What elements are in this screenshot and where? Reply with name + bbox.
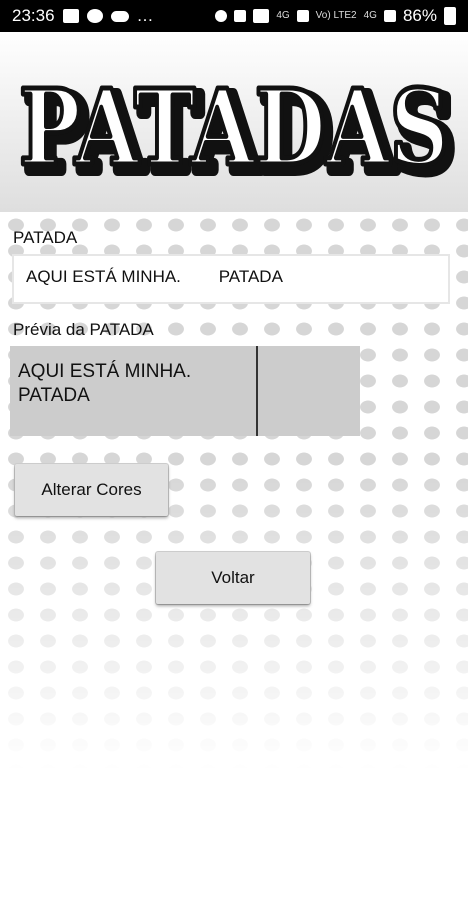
patada-label: PATADA [13,228,78,247]
gallery-icon [62,9,79,23]
preview-line-2: PATADA [18,385,90,406]
signal-icon-2 [383,10,396,22]
battery-percent: 86% [402,6,437,25]
graffiti-logo: PATADAS PATADAS [17,64,462,202]
app-header: PATADAS PATADAS [0,32,468,212]
back-button[interactable]: Voltar [156,552,310,604]
wifi-icon [253,9,270,23]
whatsapp-icon [86,9,103,23]
mute-icon [234,10,247,22]
preview-label: Prévia da PATADA [13,320,154,339]
alarm-icon [215,10,228,22]
cloud-icon [110,10,129,22]
change-colors-button[interactable]: Alterar Cores [15,464,168,516]
network-type-2: 4G [363,10,377,21]
battery-icon [444,7,456,25]
network-type-1: 4G [276,10,290,21]
preview-line-1: AQUI ESTÁ MINHA. [18,361,192,382]
more-notifications-icon: … [136,6,154,25]
logo-text: PATADAS [19,66,449,189]
volte-indicator: Vo) LTE2 [315,10,357,21]
preview-box: AQUI ESTÁ MINHA. PATADA [10,346,360,436]
patada-input[interactable]: AQUI ESTÁ MINHA. PATADA [12,254,450,304]
patada-input-value: AQUI ESTÁ MINHA. PATADA [26,267,283,286]
preview-divider [256,346,258,436]
signal-icon [296,10,309,22]
status-time: 23:36 [12,6,55,25]
status-bar: 23:36 … 4G Vo) LTE2 4G 86% [0,0,468,32]
